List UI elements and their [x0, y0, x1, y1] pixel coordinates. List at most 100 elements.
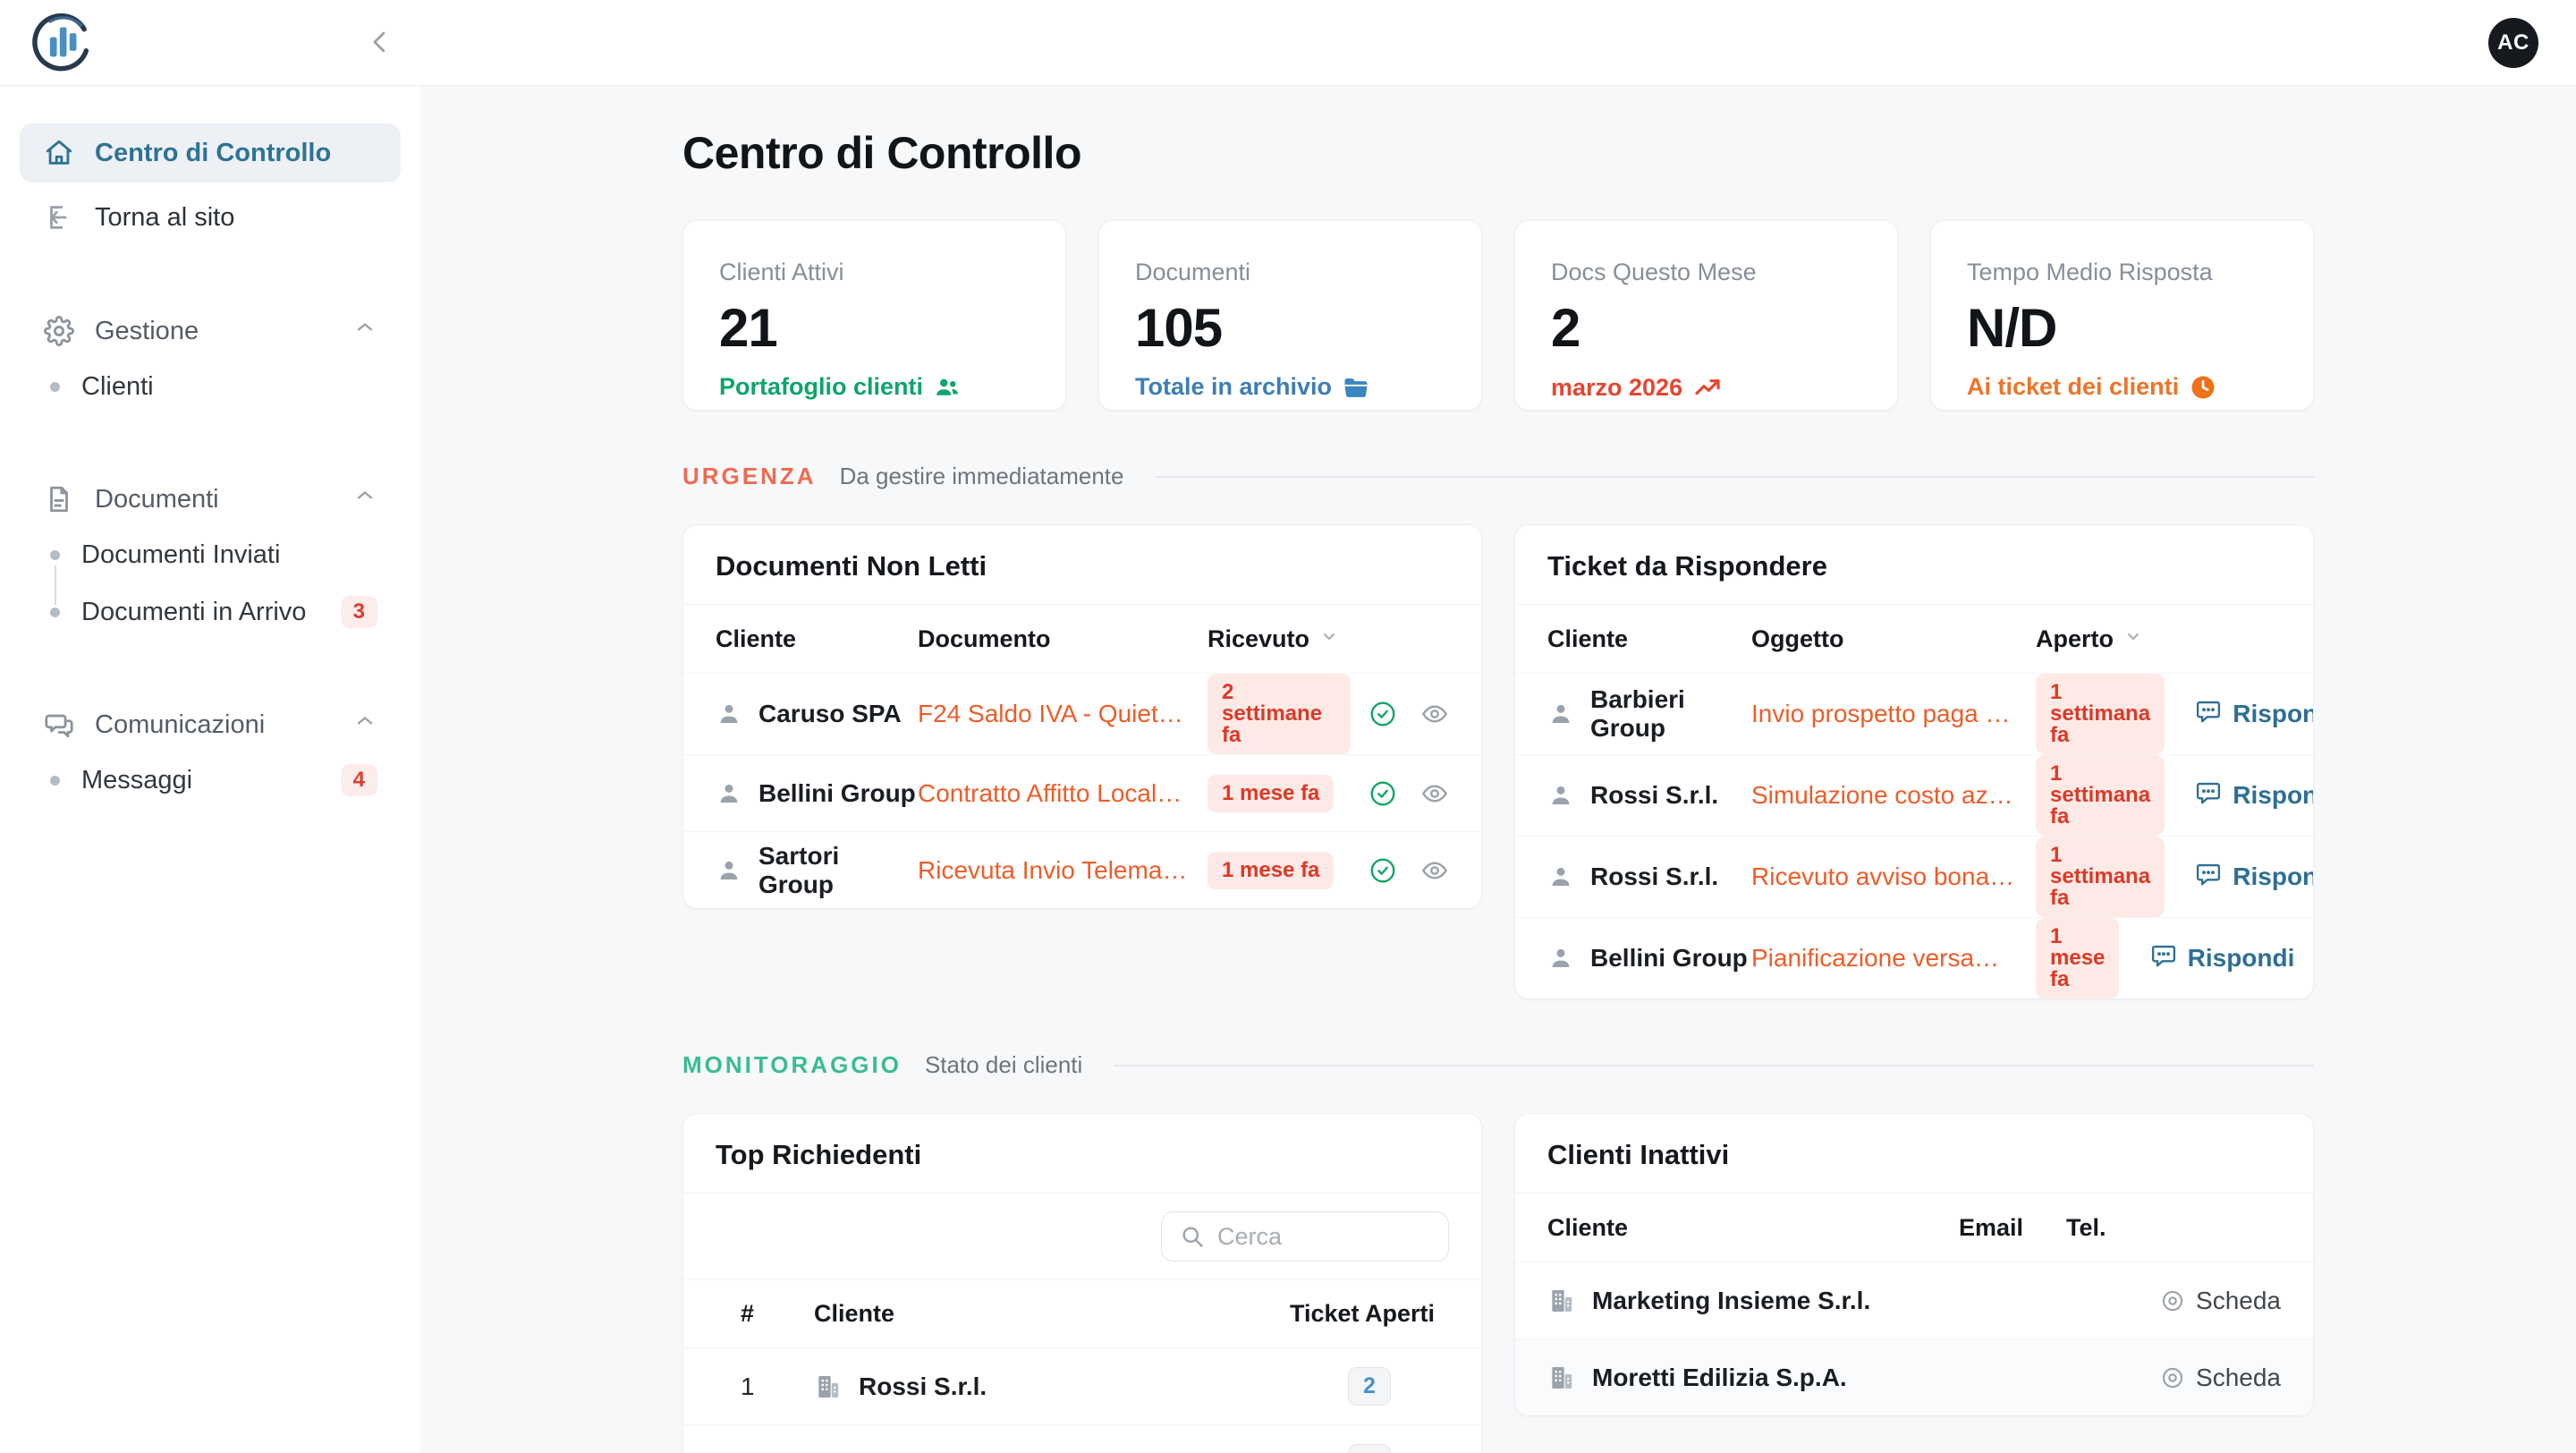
sidebar-item-back-to-site[interactable]: Torna al sito: [20, 188, 401, 247]
speech-bubble-icon: [2195, 779, 2222, 812]
ticket-subject-link[interactable]: Ricevuto avviso bonario A...: [1751, 862, 2036, 891]
column-header-aperto[interactable]: Aperto: [2036, 625, 2144, 653]
reply-button[interactable]: Rispondi: [2165, 698, 2314, 731]
sort-chevron-down-icon: [2123, 625, 2144, 653]
exit-icon: [43, 201, 75, 234]
client-name: Barbieri Group: [1590, 685, 1751, 743]
document-link[interactable]: F24 Saldo IVA - Quietanza: [918, 700, 1208, 728]
person-icon: [1547, 782, 1574, 809]
column-header-cliente: Cliente: [1547, 1214, 1959, 1242]
stat-value: 21: [719, 297, 1030, 359]
scheda-button[interactable]: Scheda: [2151, 1364, 2281, 1392]
section-divider: [1114, 1065, 2314, 1066]
clock-icon: [2190, 374, 2216, 401]
sidebar-item-clienti[interactable]: Clienti: [20, 358, 401, 415]
table-row[interactable]: Rossi S.r.l. Ricevuto avviso bonario A..…: [1515, 836, 2313, 917]
scheda-label: Scheda: [2196, 1364, 2281, 1392]
stat-card-docs-questo-mese: Docs Questo Mese 2 marzo 2026: [1514, 220, 1898, 411]
reply-label: Rispondi: [2233, 700, 2314, 728]
table-header: # Cliente Ticket Aperti: [683, 1279, 1481, 1347]
client-name: Moretti Edilizia S.p.A.: [1592, 1364, 1847, 1392]
document-link[interactable]: Ricevuta Invio Telematico...: [918, 856, 1208, 885]
search-input[interactable]: [1217, 1223, 1430, 1251]
person-icon: [716, 780, 742, 807]
column-header-tel: Tel.: [2066, 1214, 2151, 1242]
mark-read-button[interactable]: [1368, 700, 1397, 728]
opened-badge: 1 mese fa: [2036, 918, 2119, 998]
sidebar-item-documenti-inviati[interactable]: Documenti Inviati: [20, 526, 401, 583]
column-header-cliente: Cliente: [787, 1300, 1290, 1328]
scheda-button[interactable]: Scheda: [2151, 1287, 2281, 1315]
column-header-ricevuto[interactable]: Ricevuto: [1208, 625, 1351, 653]
panel-title: Top Richiedenti: [683, 1114, 1481, 1193]
folder-icon: [1343, 374, 1369, 401]
mark-read-button[interactable]: [1368, 856, 1397, 885]
chevron-left-icon: [366, 27, 396, 60]
stat-value: 2: [1551, 297, 1861, 359]
messages-count-badge: 4: [341, 764, 377, 796]
column-header-rank: #: [716, 1300, 787, 1328]
table-row[interactable]: 1 Rossi S.r.l. 2: [683, 1347, 1481, 1424]
view-button[interactable]: [1420, 856, 1449, 885]
sort-chevron-down-icon: [1318, 625, 1340, 653]
sidebar-section-label: Gestione: [95, 317, 199, 346]
users-icon: [934, 374, 961, 401]
panel-title: Documenti Non Letti: [683, 525, 1481, 604]
ticket-subject-link[interactable]: Pianificazione versamento...: [1751, 944, 2036, 973]
table-row[interactable]: Sartori Group Ricevuta Invio Telematico.…: [683, 831, 1481, 908]
view-button[interactable]: [1420, 779, 1449, 808]
sidebar-item-messaggi[interactable]: Messaggi 4: [20, 752, 401, 809]
user-avatar[interactable]: AC: [2488, 18, 2538, 68]
table-row[interactable]: Bellini Group Pianificazione versamento.…: [1515, 917, 2313, 998]
speech-bubble-icon: [2150, 942, 2177, 975]
stat-footer-label[interactable]: marzo 2026: [1551, 374, 1682, 402]
sidebar-item-documenti-in-arrivo[interactable]: Documenti in Arrivo 3: [20, 583, 401, 641]
search-box[interactable]: [1161, 1211, 1449, 1262]
reply-button[interactable]: Rispondi: [2165, 779, 2314, 812]
bullet-dot-icon: [50, 550, 60, 560]
document-link[interactable]: Contratto Affitto Locale...: [918, 779, 1208, 808]
table-row[interactable]: Rossi S.r.l. Simulazione costo azienda..…: [1515, 754, 2313, 836]
reply-button[interactable]: Rispondi: [2119, 942, 2294, 975]
reply-button[interactable]: Rispondi: [2165, 861, 2314, 894]
bullet-dot-icon: [50, 382, 60, 392]
client-name: Bellini Group: [758, 779, 916, 808]
view-button[interactable]: [1420, 700, 1449, 728]
stat-footer-label[interactable]: Totale in archivio: [1135, 373, 1332, 401]
reply-label: Rispondi: [2188, 944, 2295, 973]
sidebar-collapse-button[interactable]: [361, 23, 401, 63]
panel-title: Ticket da Rispondere: [1515, 525, 2313, 604]
sidebar-item-control-center[interactable]: Centro di Controllo: [20, 123, 401, 183]
stat-value: 105: [1135, 297, 1445, 359]
topbar: AC: [0, 0, 2576, 86]
trending-up-icon: [1693, 373, 1722, 402]
client-name: Rossi S.r.l.: [859, 1372, 987, 1401]
rank-number: 2: [716, 1449, 787, 1453]
sidebar-section-toggle-documenti[interactable]: Documenti: [20, 472, 401, 526]
sidebar-section-comunicazioni: Comunicazioni Messaggi 4: [20, 698, 401, 809]
section-urgenza-header: URGENZA Da gestire immediatamente: [682, 463, 2314, 490]
sidebar-item-label: Clienti: [81, 372, 154, 402]
panel-documenti-non-letti: Documenti Non Letti Cliente Documento Ri…: [682, 524, 1482, 909]
person-icon: [716, 701, 742, 727]
speech-bubble-icon: [2195, 698, 2222, 731]
sidebar-section-toggle-gestione[interactable]: Gestione: [20, 304, 401, 358]
stat-footer-label[interactable]: Ai ticket dei clienti: [1967, 373, 2179, 401]
table-header: Cliente Documento Ricevuto: [683, 605, 1481, 673]
table-row[interactable]: Marketing Insieme S.r.l. Scheda: [1515, 1262, 2313, 1338]
ticket-subject-link[interactable]: Invio prospetto paga dipe...: [1751, 700, 2036, 728]
speech-bubble-icon: [2195, 861, 2222, 894]
stat-footer-label[interactable]: Portafoglio clienti: [719, 373, 923, 401]
table-row[interactable]: 2 Bellini Group 1: [683, 1424, 1481, 1453]
sidebar-section-gestione: Gestione Clienti: [20, 304, 401, 415]
mark-read-button[interactable]: [1368, 779, 1397, 808]
ticket-subject-link[interactable]: Simulazione costo azienda...: [1751, 781, 2036, 810]
opened-badge: 1 settimana fa: [2036, 755, 2165, 836]
table-row[interactable]: Bellini Group Contratto Affitto Locale..…: [683, 754, 1481, 831]
table-row[interactable]: Moretti Edilizia S.p.A. Scheda: [1515, 1338, 2313, 1415]
table-row[interactable]: Barbieri Group Invio prospetto paga dipe…: [1515, 673, 2313, 754]
column-header-cliente: Cliente: [716, 625, 918, 653]
stats-row: Clienti Attivi 21 Portafoglio clienti Do…: [682, 220, 2314, 411]
sidebar-section-toggle-comunicazioni[interactable]: Comunicazioni: [20, 698, 401, 752]
table-row[interactable]: Caruso SPA F24 Saldo IVA - Quietanza 2 s…: [683, 673, 1481, 754]
